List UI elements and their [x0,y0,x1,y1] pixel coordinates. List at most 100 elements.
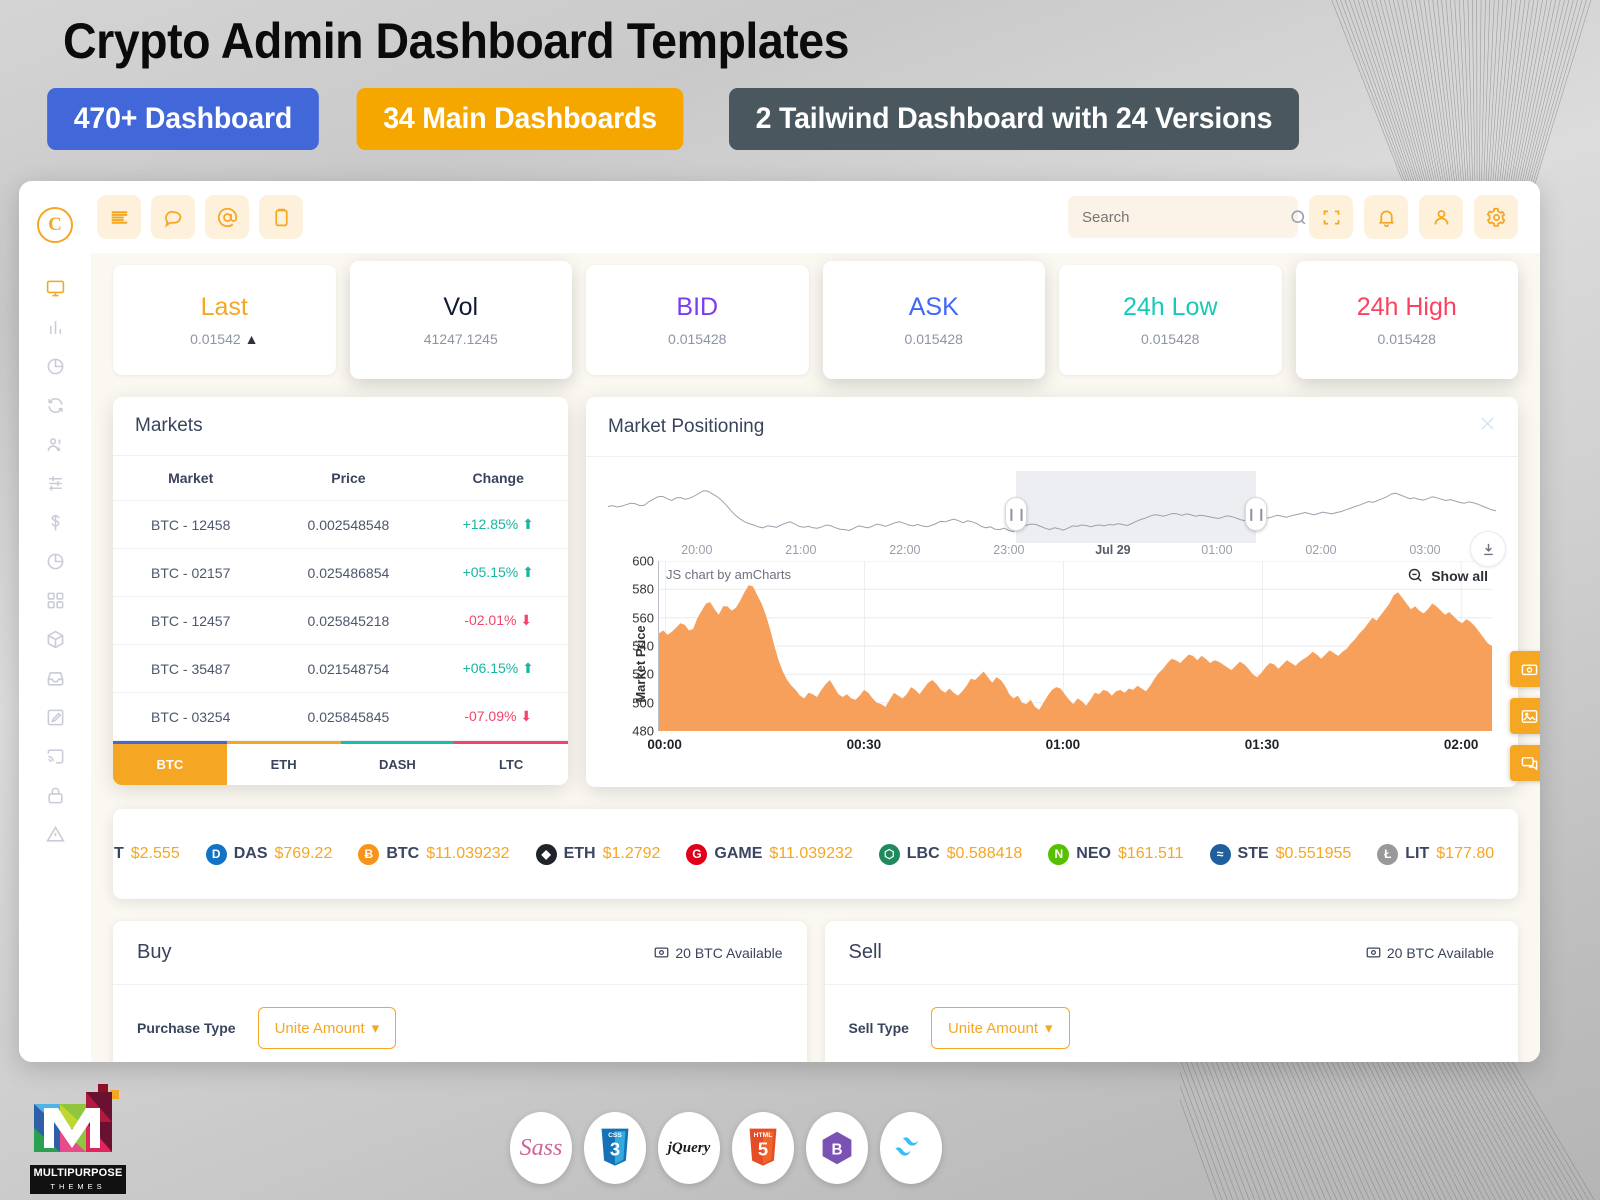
topbar [91,181,1540,253]
cell-market: BTC - 02157 [113,548,269,597]
search-box[interactable] [1068,196,1306,238]
sidebar-item-users[interactable] [36,425,74,463]
purchase-type-select[interactable]: Unite Amount ▾ [257,1007,397,1049]
stat-card-last[interactable]: Last 0.01542 ▲ [113,265,336,375]
sidebar-item-refresh[interactable] [36,386,74,424]
gear-icon[interactable] [1474,195,1518,239]
arrow-up-icon: ⬆ [522,564,534,580]
purchase-type-label: Purchase Type [137,1020,236,1036]
ticker-item[interactable]: Ł LIT $177.80 [1364,843,1507,865]
topbar-right-actions [1068,195,1518,239]
sidebar-item-inbox[interactable] [36,659,74,697]
sell-type-select[interactable]: Unite Amount ▾ [930,1007,1070,1049]
ticker-item[interactable]: T $2.555 [113,845,193,863]
ticker-item[interactable]: ⬡ LBC $0.588418 [866,843,1036,865]
y-tick: 580 [632,581,654,597]
navigator-sparkline [608,490,1496,533]
coin-icon [1366,947,1381,958]
table-row[interactable]: BTC - 02157 0.025486854 +05.15% ⬆ [113,548,568,597]
brand-logo[interactable]: C [37,207,73,243]
sidebar-item-pie-chart[interactable] [36,347,74,385]
chart-navigator[interactable]: ❙❙ ❙❙ 20:00 21:00 22:00 23:00 Jul 29 01:00 02:… [608,471,1496,557]
stat-card-vol[interactable]: Vol 41247.1245 [349,261,572,379]
sidebar-item-cast[interactable] [36,737,74,775]
coin-icon: ⬡ [878,843,900,865]
stat-card-24h-high[interactable]: 24h High 0.015428 [1295,261,1518,379]
cell-price: 0.025845218 [268,596,429,645]
show-all-button[interactable]: Show all [1407,567,1488,584]
sidebar-item-package[interactable] [36,620,74,658]
cell-price: 0.025486854 [268,548,429,597]
sell-panel: Sell 20 BTC Available Sell Type Unite Am… [824,921,1518,1062]
bell-icon[interactable] [1364,195,1408,239]
ticker-item[interactable]: N NEO $161.511 [1035,843,1196,865]
cell-price: 0.002548548 [268,500,429,549]
chart-wrap: ❙❙ ❙❙ 20:00 21:00 22:00 23:00 Jul 29 01:00 02:… [586,457,1518,787]
image-icon[interactable] [1510,698,1540,734]
ticker-item[interactable]: D DAS $769.22 [193,843,346,865]
menu-icon[interactable] [97,195,141,239]
sidebar-item-edit[interactable] [36,698,74,736]
y-tick: 600 [632,553,654,569]
table-row[interactable]: BTC - 35487 0.021548754 +06.15% ⬆ [113,644,568,693]
stat-label: BID [676,293,719,321]
crypto-ticker: T $2.555 D DAS $769.22 Ƀ BTC $11.039232 ◆ ETH $1.2… [113,809,1518,899]
market-positioning-card: Market Positioning ❙❙ ❙❙ 20:00 21:00 22:… [586,397,1518,787]
sidebar-item-dashboard[interactable] [36,269,74,307]
download-icon[interactable] [1470,531,1506,567]
arrow-down-icon: ⬇ [520,612,533,628]
stat-card-ask[interactable]: ASK 0.015428 [822,261,1045,379]
navigator-tick: 21:00 [785,543,817,557]
coin-icon [654,947,669,958]
cell-change: -02.01% ⬇ [428,596,568,645]
footer: MULTIPURPOSE THEMES Sass 3 CSS jQuery 5 HT… [0,1062,1600,1200]
sidebar-item-bar-chart[interactable] [36,308,74,346]
sidebar-item-alerts[interactable] [36,815,74,853]
dashboard-content: Last 0.01542 ▲ Vol 41247.1245 BID 0.0154… [91,253,1540,1062]
ticker-item[interactable]: Ƀ BTC $11.039232 [345,843,522,865]
cell-market: BTC - 35487 [113,644,269,693]
ticker-item[interactable]: ≈ STE $0.551955 [1197,843,1365,865]
stat-value: 0.015428 [904,331,963,347]
fullscreen-icon[interactable] [1309,195,1353,239]
ticker-item[interactable]: DNOTE$13.399 [1507,844,1518,865]
stat-label: 24h Low [1122,293,1218,321]
table-row[interactable]: BTC - 12457 0.025845218 -02.01% ⬇ [113,596,568,645]
html5-icon: 5 HTML [732,1112,794,1184]
ticker-item[interactable]: G GAME $11.039232 [673,843,865,865]
tab-btc[interactable]: BTC [113,741,227,785]
ticker-item[interactable]: ◆ ETH $1.2792 [523,843,674,865]
stat-card-24h-low[interactable]: 24h Low 0.015428 [1059,265,1282,375]
cell-market: BTC - 12457 [113,596,269,645]
sidebar-item-finance[interactable] [36,503,74,541]
note-icon[interactable] [1510,745,1540,781]
expand-icon[interactable] [1479,415,1496,438]
stat-value: 41247.1245 [423,331,498,347]
tab-ltc[interactable]: LTC [454,741,568,785]
y-tick: 500 [632,695,654,711]
row-markets-chart: Markets Market Price Change BTC - 12458 … [113,397,1518,787]
tab-eth[interactable]: ETH [226,741,341,785]
search-input[interactable] [1082,208,1281,226]
sidebar-item-lock[interactable] [36,776,74,814]
camera-icon[interactable] [1510,651,1540,687]
mt-mark-icon [34,1084,119,1152]
user-icon[interactable] [1419,195,1463,239]
stat-card-bid[interactable]: BID 0.015428 [586,265,809,375]
clipboard-icon[interactable] [259,195,303,239]
x-tick: 00:30 [846,737,882,752]
stat-value: 0.015428 [1377,331,1436,347]
cell-change: +06.15% ⬆ [428,644,568,693]
sidebar-item-sliders[interactable] [36,464,74,502]
column-change: Change [428,456,568,501]
sidebar-item-analytics[interactable] [36,542,74,580]
tab-dash[interactable]: DASH [340,741,455,785]
sidebar-item-apps[interactable] [36,581,74,619]
navigator-grip-left[interactable]: ❙❙ [1005,497,1028,531]
chat-icon[interactable] [151,195,195,239]
at-icon[interactable] [205,195,249,239]
navigator-grip-right[interactable]: ❙❙ [1245,497,1268,531]
buy-title: Buy [137,941,172,963]
table-row[interactable]: BTC - 12458 0.002548548 +12.85% ⬆ [113,500,568,549]
table-row[interactable]: BTC - 03254 0.025845845 -07.09% ⬇ [113,692,568,741]
